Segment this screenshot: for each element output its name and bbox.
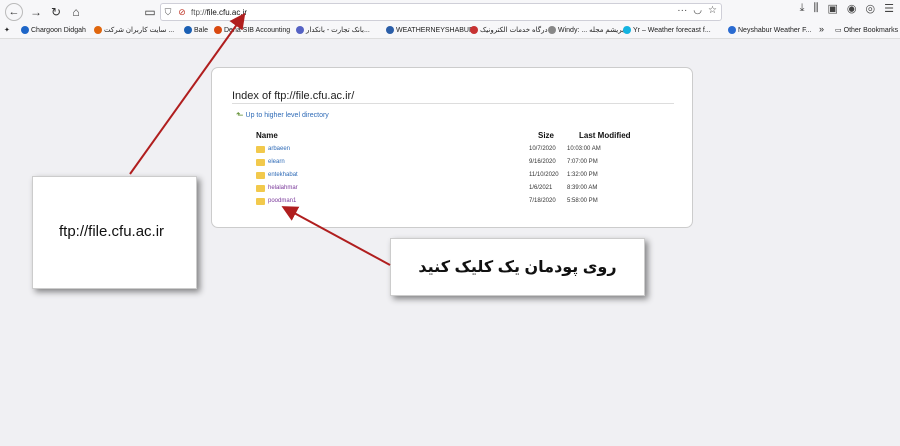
divider bbox=[232, 103, 674, 104]
table-row[interactable]: helalahmar 1/6/2021 8:39:00 AM bbox=[256, 185, 656, 195]
downloads-icon[interactable]: ⤓ bbox=[800, 2, 805, 15]
page-actions-menu-icon[interactable]: ··· bbox=[677, 5, 687, 16]
chevron-right-icon[interactable]: » bbox=[819, 24, 824, 34]
bookmark-item[interactable]: Neyshabur Weather F... bbox=[728, 26, 811, 34]
back-button[interactable]: ← bbox=[5, 3, 23, 21]
url-callout: ftp://file.cfu.ac.ir bbox=[32, 176, 197, 289]
shield-icon: ⛉ bbox=[164, 6, 172, 17]
up-arrow-icon: ⬑ bbox=[236, 110, 244, 120]
modified-time: 1:32:00 PM bbox=[567, 172, 598, 178]
bookmark-favicon-icon bbox=[386, 26, 394, 34]
forward-arrow-icon: → bbox=[30, 5, 42, 19]
up-directory-link[interactable]: ⬑ Up to higher level directory bbox=[236, 110, 329, 121]
modified-date: 7/18/2020 bbox=[529, 198, 556, 204]
bookmark-favicon-icon bbox=[470, 26, 478, 34]
table-row[interactable]: poodman1 7/18/2020 5:58:00 PM bbox=[256, 198, 656, 208]
folder-link[interactable]: arbaeen bbox=[268, 146, 290, 152]
bookmark-label: Dena SIB Accounting bbox=[224, 26, 291, 34]
directory-listing: Index of ftp://file.cfu.ac.ir/ ⬑ Up to h… bbox=[211, 67, 693, 228]
folder-link[interactable]: helalahmar bbox=[268, 185, 298, 191]
forward-button[interactable]: → bbox=[26, 2, 46, 22]
bookmark-item[interactable]: درگاه خدمات الکترونیک bbox=[470, 26, 548, 34]
bookmark-favicon-icon bbox=[21, 26, 29, 34]
bookmark-label: Windy: ... ابریشم مجله bbox=[558, 27, 627, 34]
table-row[interactable]: elearn 9/16/2020 7:07:00 PM bbox=[256, 159, 656, 169]
page-title: Index of ftp://file.cfu.ac.ir/ bbox=[232, 90, 355, 102]
home-button[interactable]: ⌂ bbox=[66, 2, 86, 22]
folder-button[interactable]: ▭ bbox=[140, 2, 160, 22]
bookmark-label: درگاه خدمات الکترونیک bbox=[480, 27, 548, 34]
sidebar-icon[interactable]: ▣ bbox=[828, 2, 838, 15]
folder-icon: ▭ bbox=[835, 27, 842, 34]
home-icon: ⌂ bbox=[72, 5, 80, 19]
bookmark-item[interactable]: Windy: ... ابریشم مجله bbox=[548, 26, 626, 34]
up-directory-label: Up to higher level directory bbox=[245, 112, 329, 119]
back-arrow-icon: ← bbox=[8, 6, 20, 18]
table-row[interactable]: entekhabat 11/10/2020 1:32:00 PM bbox=[256, 172, 656, 182]
modified-date: 1/6/2021 bbox=[529, 185, 553, 191]
other-bookmarks[interactable]: ▭ Other Bookmarks bbox=[835, 26, 899, 35]
navigation-toolbar: ← → ↻ ⌂ ▭ ⛉ ⊘ ftp://file.cfu.ac.ir ··· ◡… bbox=[0, 0, 900, 24]
column-header-name[interactable]: Name bbox=[256, 131, 278, 140]
bookmark-label: سایت کاربران شرکت ... bbox=[104, 27, 175, 34]
bookmark-label: Neyshabur Weather F... bbox=[738, 26, 812, 34]
bookmark-label: WEATHERNEYSHABUR bbox=[396, 26, 475, 34]
url-bar[interactable]: ⛉ ⊘ ftp://file.cfu.ac.ir ··· ◡ ☆ bbox=[160, 3, 722, 21]
bookmark-item[interactable]: سایت کاربران شرکت ... bbox=[94, 26, 174, 34]
url-callout-text: ftp://file.cfu.ac.ir bbox=[59, 223, 165, 240]
pocket-icon[interactable]: ◡ bbox=[693, 5, 702, 16]
folder-link[interactable]: poodman1 bbox=[268, 198, 296, 204]
bookmark-label: بانک تجارت - بانکدار... bbox=[306, 27, 370, 34]
library-icon[interactable]: ⫼ bbox=[813, 2, 818, 15]
column-header-size[interactable]: Size bbox=[538, 131, 554, 140]
folder-icon: ▭ bbox=[144, 5, 156, 19]
folder-icon bbox=[256, 146, 265, 153]
url-text: ftp://file.cfu.ac.ir bbox=[191, 7, 248, 17]
bookmark-item[interactable]: بانک تجارت - بانکدار... bbox=[296, 26, 370, 34]
bookmark-favicon-icon bbox=[214, 26, 222, 34]
modified-time: 10:03:00 AM bbox=[567, 146, 601, 152]
menu-icon[interactable]: ☰ bbox=[884, 2, 894, 15]
modified-date: 9/16/2020 bbox=[529, 159, 556, 165]
modified-date: 10/7/2020 bbox=[529, 146, 556, 152]
instruction-callout-text: روی پودمان یک کلیک کنید bbox=[418, 259, 617, 276]
reload-button[interactable]: ↻ bbox=[46, 2, 66, 22]
bookmark-favicon-icon bbox=[728, 26, 736, 34]
bookmark-label: Other Bookmarks bbox=[843, 26, 899, 34]
bookmark-item[interactable]: Bale bbox=[184, 26, 208, 34]
folder-link[interactable]: elearn bbox=[268, 159, 285, 165]
bookmarks-toolbar: ✦ Chargoon Didgah سایت کاربران شرکت ... … bbox=[0, 24, 900, 39]
bookmark-favicon-icon bbox=[296, 26, 304, 34]
folder-icon bbox=[256, 159, 265, 166]
bookmark-item[interactable]: Chargoon Didgah bbox=[21, 26, 86, 34]
extensions-puzzle-icon[interactable]: ✦ bbox=[4, 26, 10, 34]
bookmark-favicon-icon bbox=[184, 26, 192, 34]
bookmark-favicon-icon bbox=[548, 26, 556, 34]
bookmark-label: Bale bbox=[194, 26, 209, 34]
folder-icon bbox=[256, 172, 265, 179]
bookmark-item[interactable]: Yr – Weather forecast f... bbox=[623, 26, 711, 34]
modified-date: 11/10/2020 bbox=[529, 172, 559, 178]
reload-icon: ↻ bbox=[50, 5, 62, 19]
bookmark-label: Chargoon Didgah bbox=[31, 26, 86, 34]
extension-icon[interactable]: ◎ bbox=[866, 2, 876, 15]
account-icon[interactable]: ◉ bbox=[847, 2, 857, 15]
instruction-callout: روی پودمان یک کلیک کنید bbox=[390, 238, 645, 296]
bookmark-favicon-icon bbox=[623, 26, 631, 34]
bookmark-favicon-icon bbox=[94, 26, 102, 34]
bookmark-label: Yr – Weather forecast f... bbox=[633, 26, 711, 34]
bookmark-star-icon[interactable]: ☆ bbox=[708, 5, 717, 16]
modified-time: 7:07:00 PM bbox=[567, 159, 598, 165]
folder-icon bbox=[256, 185, 265, 192]
bookmark-item[interactable]: Dena SIB Accounting bbox=[214, 26, 290, 34]
folder-link[interactable]: entekhabat bbox=[268, 172, 298, 178]
table-row[interactable]: arbaeen 10/7/2020 10:03:00 AM bbox=[256, 146, 656, 156]
folder-icon bbox=[256, 198, 265, 205]
bookmark-item[interactable]: WEATHERNEYSHABUR bbox=[386, 26, 474, 34]
insecure-lock-icon: ⊘ bbox=[178, 6, 186, 17]
modified-time: 5:58:00 PM bbox=[567, 198, 598, 204]
modified-time: 8:39:00 AM bbox=[567, 185, 598, 191]
column-header-modified[interactable]: Last Modified bbox=[579, 131, 631, 140]
